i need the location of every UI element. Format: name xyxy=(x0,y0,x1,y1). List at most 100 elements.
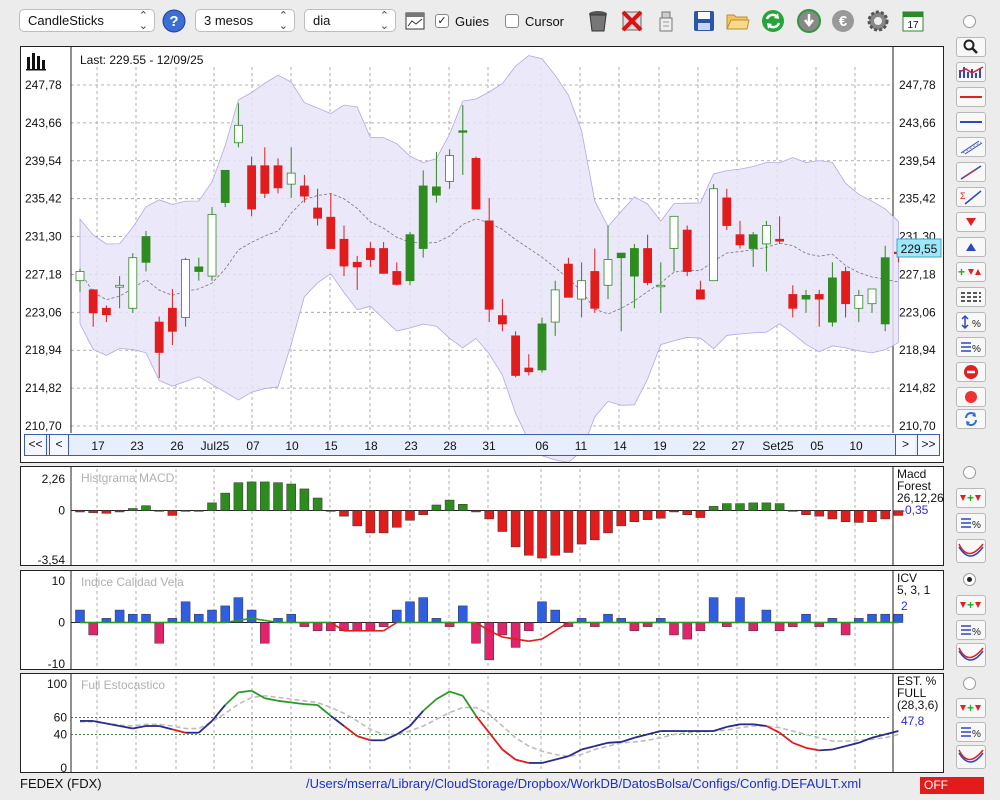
trash-icon[interactable] xyxy=(584,7,612,35)
icv-bar xyxy=(880,613,890,623)
icv-curve-icon[interactable] xyxy=(956,643,986,667)
refresh-icon[interactable] xyxy=(759,7,787,35)
channel-icon[interactable] xyxy=(956,137,986,157)
arrow-down-red-icon[interactable] xyxy=(956,212,986,232)
broom-icon[interactable] xyxy=(652,7,680,35)
symbol-label: FEDEX (FDX) xyxy=(20,776,102,791)
nav-first-button[interactable]: << xyxy=(25,435,47,455)
euro-icon[interactable]: € xyxy=(829,7,857,35)
folder-open-icon[interactable] xyxy=(724,7,752,35)
macd-bar xyxy=(101,510,112,514)
stoch-add-remove-icon[interactable]: + xyxy=(956,698,986,718)
nav-prev-button[interactable]: < xyxy=(49,435,69,455)
config-path-link[interactable]: /Users/mserra/Library/CloudStorage/Dropb… xyxy=(306,776,861,794)
macd-panel-radio[interactable] xyxy=(963,466,976,479)
stoch-main-segment xyxy=(132,725,147,730)
add-remove-indicator-icon[interactable]: + xyxy=(956,262,986,282)
date-tick: 23 xyxy=(404,439,418,453)
macd-bar xyxy=(286,483,296,511)
interval-select[interactable]: dia ⌃ ⌄ xyxy=(304,9,396,32)
icv-percent-lines-icon[interactable]: % xyxy=(956,620,986,640)
price-panel-radio[interactable] xyxy=(963,15,976,28)
stoch-main-segment xyxy=(343,725,358,737)
chart-style-icon[interactable] xyxy=(956,62,986,82)
icv-bars xyxy=(75,597,904,661)
stoch-label-value: 47,8 xyxy=(901,714,925,728)
macd-curve-icon[interactable] xyxy=(956,539,986,563)
icv-chart[interactable]: 100-10 Indice Calidad Vela ICV 5, 3, 1 2 xyxy=(21,571,943,669)
fibonacci-icon[interactable]: Σ xyxy=(956,187,986,207)
stoch-main-segment xyxy=(383,733,398,742)
stoch-chart[interactable]: 10060400 Full Estocastico EST. % FULL (2… xyxy=(21,674,943,772)
help-icon[interactable]: ? xyxy=(160,7,188,35)
macd-chart[interactable]: 2,260-3,54 Histgrama MACD Macd Forest 26… xyxy=(21,467,943,565)
y-tick-left: 218,94 xyxy=(25,343,62,357)
cursor-checkbox[interactable] xyxy=(505,14,519,28)
arrow-up-blue-icon[interactable] xyxy=(956,237,986,257)
macd-bar xyxy=(788,510,798,512)
macd-bar xyxy=(471,510,481,513)
icv-bar xyxy=(550,609,560,623)
chart-window-icon[interactable] xyxy=(401,7,429,35)
icv-bar xyxy=(378,622,389,627)
macd-bar xyxy=(444,499,455,511)
chart-type-select[interactable]: CandleSticks ⌃ ⌄ xyxy=(19,9,155,32)
y-tick-left: 243,66 xyxy=(25,116,62,130)
mode-status-badge[interactable]: OFF xyxy=(920,777,984,794)
horizontal-line-red-icon[interactable] xyxy=(956,87,986,107)
gear-icon[interactable] xyxy=(864,7,892,35)
nav-next-button[interactable]: > xyxy=(895,435,915,455)
no-entry-icon[interactable] xyxy=(956,362,986,382)
stoch-main-segment xyxy=(819,748,833,752)
macd-bar xyxy=(418,510,428,516)
price-chart-panel: 247,78 247,78 243,66 243,66 239,54 239,54 235,… xyxy=(20,46,944,463)
macd-percent-lines-icon[interactable]: % xyxy=(956,513,986,533)
icv-add-remove-icon[interactable]: + xyxy=(956,595,986,615)
stoch-main-segment xyxy=(554,755,569,761)
delete-icon[interactable] xyxy=(618,7,646,35)
macd-bar xyxy=(563,510,574,553)
icv-bar xyxy=(669,622,679,636)
download-icon[interactable] xyxy=(795,7,823,35)
guides-checkbox[interactable]: ✓ xyxy=(435,14,449,28)
zoom-icon[interactable] xyxy=(956,37,986,57)
icv-bar xyxy=(497,622,508,636)
trendline-icon[interactable] xyxy=(956,162,986,182)
macd-add-remove-icon[interactable]: + xyxy=(956,488,986,508)
icv-bar xyxy=(893,613,904,623)
macd-bar xyxy=(431,504,442,511)
sync-icon[interactable] xyxy=(956,409,986,429)
icv-bar xyxy=(207,609,217,623)
icv-bar xyxy=(682,622,692,640)
icv-panel-radio[interactable] xyxy=(963,573,976,586)
macd-bar xyxy=(220,492,230,511)
svg-text:+: + xyxy=(967,598,974,612)
macd-bar xyxy=(141,505,151,511)
calendar-icon[interactable]: 17 xyxy=(899,7,927,35)
save-icon[interactable] xyxy=(690,7,718,35)
stoch-lines xyxy=(80,689,899,764)
horizontal-line-blue-icon[interactable] xyxy=(956,112,986,132)
macd-bar xyxy=(708,506,719,511)
price-chart[interactable]: 247,78 247,78 243,66 243,66 239,54 239,54 235,… xyxy=(21,47,943,462)
icv-bar xyxy=(88,622,98,636)
stoch-main-segment xyxy=(264,697,279,702)
stoch-panel-radio[interactable] xyxy=(963,677,976,690)
stoch-percent-lines-icon[interactable]: % xyxy=(956,722,986,742)
svg-text:%: % xyxy=(972,344,981,355)
scale-percent-icon[interactable]: % xyxy=(956,312,986,332)
nav-last-button[interactable]: >> xyxy=(917,435,939,455)
macd-y-axis: 2,26 0 -3,54 xyxy=(38,472,66,565)
record-icon[interactable] xyxy=(956,387,986,407)
period-select[interactable]: 3 mesos ⌃ ⌄ xyxy=(195,9,295,32)
icv-label-params: 5, 3, 1 xyxy=(897,583,931,597)
icv-bar xyxy=(524,622,534,632)
candle xyxy=(537,317,547,373)
percent-lines-icon[interactable]: % xyxy=(956,337,986,357)
macd-bar xyxy=(365,510,376,534)
date-tick: 14 xyxy=(613,439,627,453)
grid-lines-icon[interactable] xyxy=(956,287,986,307)
stoch-curve-icon[interactable] xyxy=(956,745,986,769)
macd-y-tick: -3,54 xyxy=(38,553,66,565)
icv-bar xyxy=(840,622,851,636)
